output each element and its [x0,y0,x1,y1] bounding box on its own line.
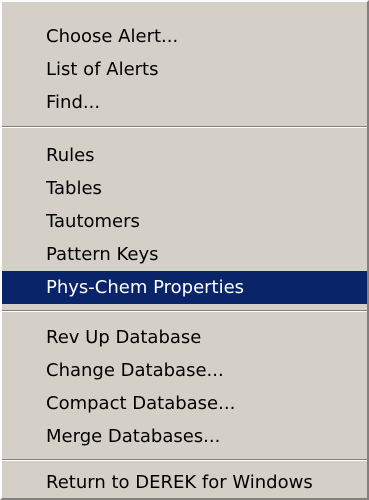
menu-separator [2,310,367,312]
menu-item-change-database[interactable]: Change Database... [2,354,367,387]
context-menu: Choose Alert... List of Alerts Find... R… [0,0,369,500]
menu-item-rev-up-database[interactable]: Rev Up Database [2,321,367,354]
menu-item-list-of-alerts[interactable]: List of Alerts [2,53,367,86]
menu-item-tautomers[interactable]: Tautomers [2,205,367,238]
menu-item-find[interactable]: Find... [2,86,367,119]
menu-item-pattern-keys[interactable]: Pattern Keys [2,238,367,271]
menu-item-choose-alert[interactable]: Choose Alert... [2,20,367,53]
menu-separator [2,126,367,128]
menu-item-tables[interactable]: Tables [2,172,367,205]
menu-item-compact-database[interactable]: Compact Database... [2,387,367,420]
menu-item-phys-chem-properties[interactable]: Phys-Chem Properties [2,271,367,304]
menu-separator [2,459,367,461]
menu-item-return-to-derek[interactable]: Return to DEREK for Windows [2,466,367,499]
menu-item-rules[interactable]: Rules [2,139,367,172]
menu-item-merge-databases[interactable]: Merge Databases... [2,420,367,453]
